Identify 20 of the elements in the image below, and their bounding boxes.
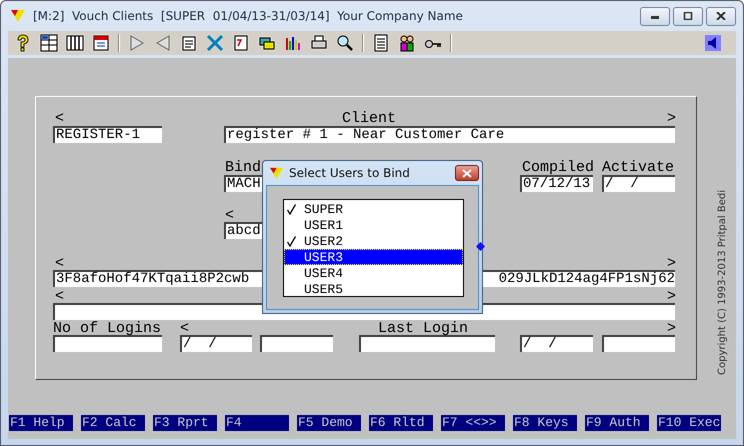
field-label: < [180,321,190,336]
field-label: Compiled [522,160,594,175]
field-label: Last Login [378,321,468,336]
field-label: < [55,256,64,271]
field-label: Client [342,111,396,126]
dialog-title: Select Users to Bind [289,166,411,180]
field-label: < [55,111,64,126]
window-title: [M:2] Vouch Clients [SUPER 01/04/13-31/03/14] Your Company Name [33,9,464,23]
field-label: > [667,256,676,271]
field-label: > [667,289,676,304]
field-value: 029JLkD124ag4FP1sNj62 [498,272,675,287]
field-label: < [225,208,234,223]
field-label: > [667,111,676,126]
field-value: 3F8afoHof47KTqaii8P2cwb [56,272,250,287]
field-label: > [667,321,676,336]
field-label: Activate [602,160,674,175]
field-label: No of Logins [53,321,162,336]
field-label: Bind [225,160,262,175]
copyright-text: Copyright (C) 1993-2013 Pritpal Bedi [717,190,729,375]
field-label: < [55,289,64,304]
